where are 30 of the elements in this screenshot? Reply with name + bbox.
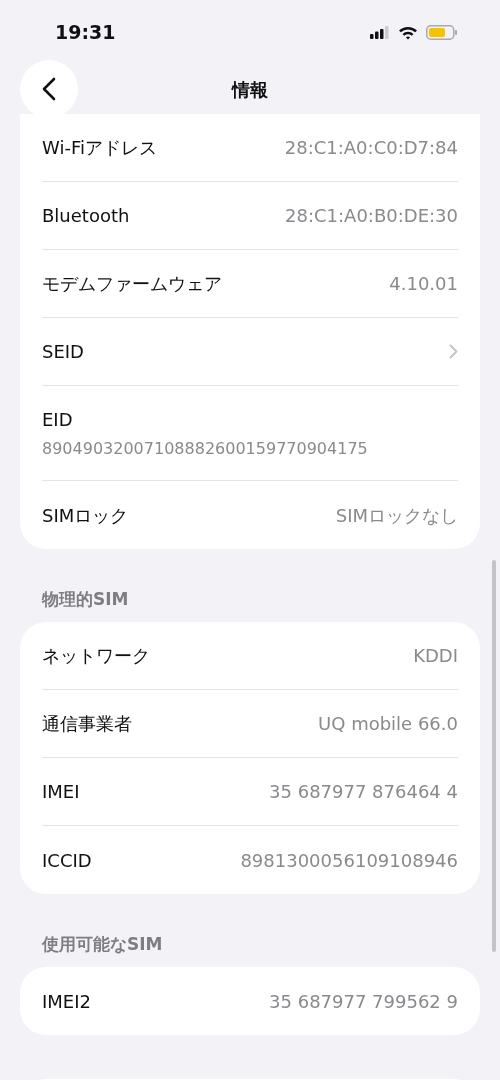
row-label: 通信事業者 (42, 712, 132, 736)
row-value: KDDI (413, 644, 458, 668)
row-label: ネットワーク (42, 644, 150, 668)
row-label: モデムファームウェア (42, 272, 222, 296)
row-label: EID (42, 407, 74, 432)
signal-icon (370, 25, 390, 39)
section-header: 物理的SIM (42, 589, 129, 609)
row-label: IMEI (42, 780, 80, 804)
row-value: 35 687977 799562 9 (269, 989, 458, 1014)
page-title: 情報 (232, 77, 268, 102)
row-label: Bluetooth (42, 204, 130, 228)
row-value: 8981300056109108946 (240, 848, 458, 873)
row-value: SIMロックなし (335, 503, 458, 528)
row-value: 89049032007108882600159770904175 (42, 437, 369, 460)
row-label: ICCID (42, 848, 92, 873)
row-value: 4.10.01 (389, 272, 458, 296)
chevron-icon (449, 344, 458, 359)
row-value: UQ mobile 66.0 (318, 712, 458, 736)
wifi-icon (398, 24, 418, 40)
battery-icon (426, 24, 458, 40)
row-label: IMEI2 (42, 989, 91, 1014)
row-label: SIMロック (42, 503, 129, 528)
back-icon (42, 77, 56, 101)
row-value: 28:C1:A0:B0:DE:30 (285, 204, 458, 228)
row-label: Wi-Fiアドレス (42, 136, 157, 160)
row-value: 28:C1:A0:C0:D7:84 (284, 136, 458, 160)
row-value: 35 687977 876464 4 (269, 780, 458, 804)
row-label[interactable]: SEID (42, 338, 84, 365)
section-header: 使用可能なSIM (42, 934, 163, 954)
status-time: 19:31 (55, 19, 116, 45)
